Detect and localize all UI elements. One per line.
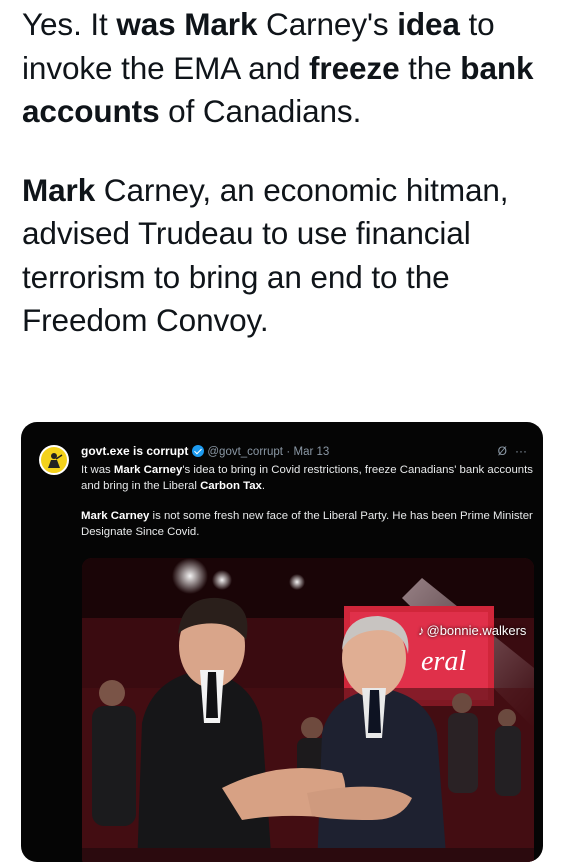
tiktok-watermark: ♪ @bonnie.walkers (418, 623, 526, 638)
user-handle[interactable]: @govt_corrupt (207, 446, 283, 458)
bold-text-segment: was Mark (116, 6, 258, 42)
avatar[interactable] (39, 445, 69, 475)
text-segment: It was (81, 464, 114, 476)
bold-text-segment: Carbon (200, 480, 240, 492)
text-segment: Yes. It (22, 6, 117, 42)
text-segment: of Canadians. (159, 93, 362, 129)
bold-text-segment: Mark Carney (81, 510, 150, 522)
post-text: Yes. It was Mark Carney's idea to invoke… (22, 0, 552, 343)
text-segment: . (261, 480, 266, 492)
bold-text-segment: idea (397, 6, 460, 42)
avatar-figure-icon (48, 453, 63, 468)
post-paragraph-2: Mark Carney, an economic hitman, advised… (22, 169, 552, 343)
text-segment: Carney, an economic hitman, advised Trud… (22, 171, 509, 339)
post-paragraph-1: Yes. It was Mark Carney's idea to invoke… (22, 0, 552, 134)
tweet-date[interactable]: Mar 13 (294, 446, 330, 458)
text-segment: Carney's (257, 6, 398, 42)
text-segment: is not some fresh new face of the Libera… (81, 510, 533, 538)
tweet-photo[interactable]: eral ♪ @bonnie.walkers (82, 558, 534, 862)
bold-text-segment: freeze (309, 49, 400, 86)
tiktok-icon: ♪ (418, 623, 425, 638)
quoted-tweet-card[interactable]: govt.exe is corrupt @govt_corrupt · Mar 1… (21, 422, 543, 862)
bold-text-segment: Tax (243, 480, 262, 492)
photo-illustration: eral (82, 558, 534, 862)
display-name[interactable]: govt.exe is corrupt (81, 444, 188, 458)
quoted-tweet-header: govt.exe is corrupt @govt_corrupt · Mar 1… (81, 444, 527, 464)
sign-text: eral (421, 646, 466, 677)
text-segment: the (399, 49, 461, 86)
quoted-body-paragraph-1: It was Mark Carney's idea to bring in Co… (81, 462, 536, 494)
bold-text-segment: Mark Carney (113, 464, 183, 476)
watermark-handle: @bonnie.walkers (426, 623, 527, 638)
quoted-tweet-body: It was Mark Carney's idea to bring in Co… (81, 462, 536, 540)
verified-badge-icon (192, 445, 205, 457)
more-options-icon[interactable]: ··· (515, 444, 527, 458)
separator-dot: · (286, 446, 291, 458)
quoted-body-paragraph-2: Mark Carney is not some fresh new face o… (81, 508, 536, 540)
bold-text-segment: Mark (22, 171, 96, 208)
circle-slash-icon[interactable]: Ø (498, 444, 507, 458)
